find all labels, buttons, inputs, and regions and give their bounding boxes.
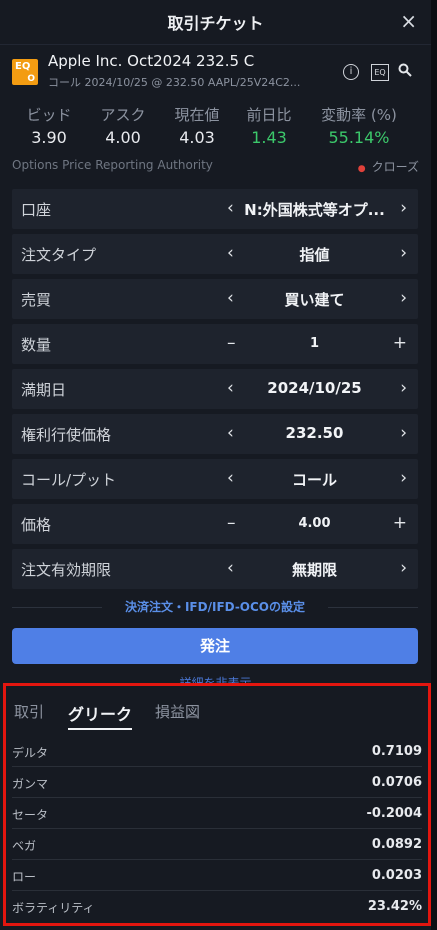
chevron-left-icon[interactable]: ‹: [227, 243, 234, 263]
instrument-logo: EQ O: [12, 59, 38, 85]
info-icon[interactable]: i: [343, 64, 359, 80]
quantity-row[interactable]: 数量 – 1 +: [12, 324, 418, 364]
price-row[interactable]: 価格 – 4.00 +: [12, 504, 418, 544]
search-icon[interactable]: [398, 63, 412, 81]
bid-quote: ビッド 3.90: [10, 104, 88, 147]
chevron-right-icon[interactable]: ›: [400, 288, 407, 308]
quantity-stepper[interactable]: 1: [242, 336, 387, 351]
market-status: ● クローズ: [357, 160, 419, 174]
eq-icon[interactable]: EQ: [371, 64, 389, 81]
chevron-right-icon[interactable]: ›: [400, 198, 407, 218]
trade-ticket-panel: 取引チケット × EQ O Apple Inc. Oct2024 232.5 C…: [0, 0, 432, 930]
last-quote: 現在値 4.03: [158, 104, 236, 147]
side-row[interactable]: 売買 ‹ 買い建て ›: [12, 279, 418, 319]
change-value: 1.43: [251, 128, 287, 147]
chevron-right-icon[interactable]: ›: [400, 243, 407, 263]
validity-value[interactable]: 無期限: [242, 559, 387, 580]
chevron-left-icon[interactable]: ‹: [227, 423, 234, 443]
chevron-right-icon[interactable]: ›: [400, 468, 407, 488]
list-item: デルタ 0.7109: [12, 736, 422, 767]
call-put-value[interactable]: コール: [242, 469, 387, 490]
chevron-right-icon[interactable]: ›: [400, 378, 407, 398]
list-item: セータ -0.2004: [12, 798, 422, 829]
chevron-right-icon[interactable]: ›: [400, 558, 407, 578]
data-source-row: Options Price Reporting Authority ● クローズ: [12, 158, 419, 176]
tab-trade[interactable]: 取引: [14, 701, 44, 722]
plus-icon[interactable]: +: [393, 333, 407, 353]
bid-value: 3.90: [31, 128, 67, 147]
tab-greeks[interactable]: グリーク: [68, 701, 133, 730]
order-type-row[interactable]: 注文タイプ ‹ 指値 ›: [12, 234, 418, 274]
change-quote: 前日比 1.43: [230, 104, 308, 147]
list-item: ボラティリティ 23.42%: [12, 899, 422, 915]
order-form: 口座 ‹ N:外国株式等オプ... › 注文タイプ ‹ 指値 › 売買 ‹ 買い…: [12, 189, 418, 594]
expiry-row[interactable]: 満期日 ‹ 2024/10/25 ›: [12, 369, 418, 409]
chevron-left-icon[interactable]: ‹: [227, 378, 234, 398]
window-title: 取引チケット: [167, 14, 264, 33]
list-item: ガンマ 0.0706: [12, 767, 422, 798]
minus-icon[interactable]: –: [227, 513, 236, 533]
side-value[interactable]: 買い建て: [242, 289, 387, 310]
chevron-left-icon[interactable]: ‹: [227, 288, 234, 308]
instrument-subtitle: コール 2024/10/25 @ 232.50 AAPL/25V24C2...: [48, 76, 301, 89]
list-item: ベガ 0.0892: [12, 829, 422, 860]
chevron-left-icon[interactable]: ‹: [227, 468, 234, 488]
divider: [328, 607, 418, 608]
account-row[interactable]: 口座 ‹ N:外国株式等オプ... ›: [12, 189, 418, 229]
chevron-right-icon[interactable]: ›: [400, 423, 407, 443]
tab-pnl-chart[interactable]: 損益図: [155, 701, 200, 722]
close-icon[interactable]: ×: [400, 9, 417, 33]
call-put-row[interactable]: コール/プット ‹ コール ›: [12, 459, 418, 499]
settlement-order-link-row: 決済注文・IFD/IFD-OCOの設定: [12, 598, 418, 618]
ask-quote: アスク 4.00: [84, 104, 162, 147]
status-dot-icon: ●: [357, 164, 366, 174]
quote-row: ビッド 3.90 アスク 4.00 現在値 4.03 前日比 1.43 変動率 …: [0, 104, 431, 152]
chevron-left-icon[interactable]: ‹: [227, 198, 234, 218]
instrument-name: Apple Inc. Oct2024 232.5 C: [48, 52, 255, 70]
minus-icon[interactable]: –: [227, 333, 236, 353]
validity-row[interactable]: 注文有効期限 ‹ 無期限 ›: [12, 549, 418, 589]
account-value[interactable]: N:外国株式等オプ...: [242, 199, 387, 220]
list-item: ロー 0.0203: [12, 860, 422, 891]
ask-value: 4.00: [105, 128, 141, 147]
title-bar: 取引チケット ×: [0, 0, 431, 45]
data-source: Options Price Reporting Authority: [12, 158, 213, 172]
greeks-list: デルタ 0.7109 ガンマ 0.0706 セータ -0.2004 ベガ 0.0892 …: [12, 736, 422, 921]
greeks-panel: 取引 グリーク 損益図 デルタ 0.7109 ガンマ 0.0706 セータ -0.20…: [3, 683, 431, 926]
plus-icon[interactable]: +: [393, 513, 407, 533]
last-value: 4.03: [179, 128, 215, 147]
submit-order-button[interactable]: 発注: [12, 628, 418, 664]
percent-change-value: 55.14%: [328, 128, 390, 147]
strike-value[interactable]: 232.50: [242, 424, 387, 442]
price-stepper[interactable]: 4.00: [242, 516, 387, 531]
strike-row[interactable]: 権利行使価格 ‹ 232.50 ›: [12, 414, 418, 454]
order-type-value[interactable]: 指値: [242, 244, 387, 265]
percent-change-quote: 変動率 (%) 55.14%: [308, 104, 410, 147]
expiry-value[interactable]: 2024/10/25: [242, 379, 387, 397]
chevron-left-icon[interactable]: ‹: [227, 558, 234, 578]
background-strip: [431, 0, 437, 930]
